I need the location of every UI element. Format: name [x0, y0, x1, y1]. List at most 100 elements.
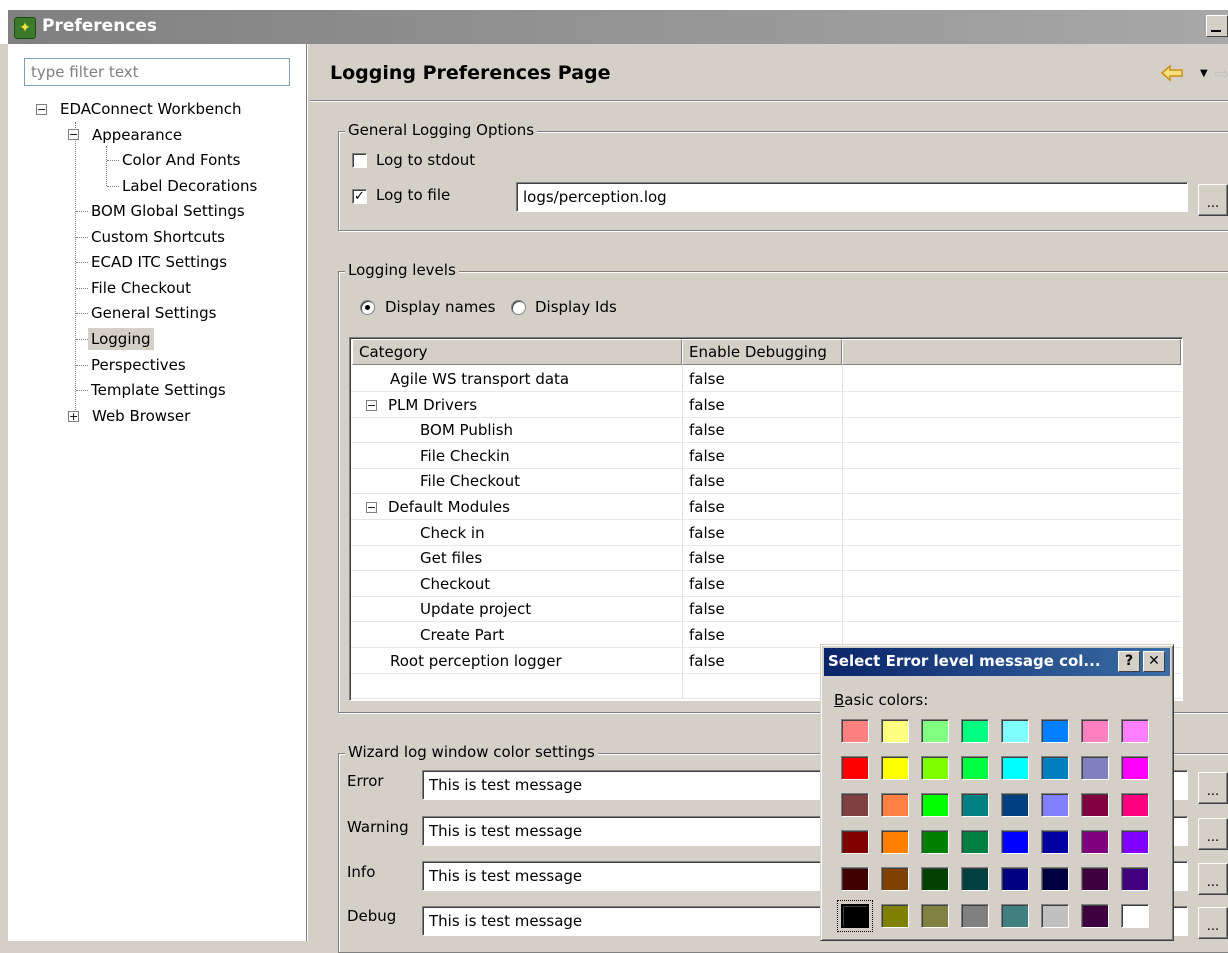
- color-swatch[interactable]: [921, 867, 949, 891]
- color-swatch[interactable]: [1041, 830, 1069, 854]
- color-swatch[interactable]: [1041, 756, 1069, 780]
- tree-item-ecad-itc-settings[interactable]: ECAD ITC Settings: [91, 251, 227, 273]
- table-cell-category[interactable]: Check in: [420, 521, 485, 545]
- collapse-icon[interactable]: −: [36, 104, 47, 115]
- back-arrow-icon[interactable]: [1160, 64, 1184, 82]
- minimize-button[interactable]: [1206, 15, 1228, 37]
- color-swatch[interactable]: [881, 793, 909, 817]
- color-swatch[interactable]: [1121, 719, 1149, 743]
- color-swatch[interactable]: [881, 719, 909, 743]
- log-to-stdout-label[interactable]: Log to stdout: [376, 151, 475, 169]
- table-cell-enable-debugging[interactable]: false: [689, 597, 725, 621]
- table-cell-enable-debugging[interactable]: false: [689, 546, 725, 570]
- log-to-file-checkbox[interactable]: ✓: [352, 189, 367, 204]
- color-swatch[interactable]: [921, 904, 949, 928]
- log-to-file-label[interactable]: Log to file: [376, 186, 450, 204]
- tree-item-file-checkout[interactable]: File Checkout: [91, 277, 191, 299]
- tree-item-logging[interactable]: Logging: [88, 328, 154, 350]
- column-header-enable-debugging[interactable]: Enable Debugging: [682, 339, 842, 365]
- color-swatch[interactable]: [881, 756, 909, 780]
- color-swatch[interactable]: [1081, 719, 1109, 743]
- table-cell-category[interactable]: PLM Drivers: [388, 393, 477, 417]
- tree-item-edaconnect-workbench[interactable]: EDAConnect Workbench: [60, 98, 242, 120]
- table-cell-enable-debugging[interactable]: false: [689, 649, 725, 673]
- color-swatch[interactable]: [1041, 904, 1069, 928]
- warning-color-button[interactable]: ...: [1198, 818, 1228, 850]
- history-dropdown-icon[interactable]: ▼: [1200, 68, 1208, 79]
- display-names-radio[interactable]: [360, 300, 375, 315]
- color-swatch[interactable]: [921, 719, 949, 743]
- collapse-icon[interactable]: −: [366, 399, 377, 411]
- color-swatch[interactable]: [1001, 867, 1029, 891]
- tree-item-template-settings[interactable]: Template Settings: [91, 379, 226, 401]
- tree-item-perspectives[interactable]: Perspectives: [91, 354, 186, 376]
- color-swatch[interactable]: [881, 830, 909, 854]
- table-cell-category[interactable]: Get files: [420, 546, 482, 570]
- color-swatch[interactable]: [1041, 719, 1069, 743]
- table-cell-enable-debugging[interactable]: false: [689, 367, 725, 391]
- color-swatch[interactable]: [881, 867, 909, 891]
- table-cell-category[interactable]: Update project: [420, 597, 531, 621]
- table-cell-category[interactable]: File Checkout: [420, 469, 520, 493]
- help-button[interactable]: ?: [1118, 651, 1140, 672]
- tree-item-bom-global-settings[interactable]: BOM Global Settings: [91, 200, 245, 222]
- color-swatch[interactable]: [1001, 830, 1029, 854]
- color-swatch[interactable]: [1081, 793, 1109, 817]
- table-cell-enable-debugging[interactable]: false: [689, 572, 725, 596]
- close-button[interactable]: ✕: [1143, 651, 1165, 672]
- table-cell-category[interactable]: Agile WS transport data: [390, 367, 569, 391]
- tree-item-label-decorations[interactable]: Label Decorations: [122, 175, 257, 197]
- color-swatch[interactable]: [1001, 904, 1029, 928]
- color-swatch[interactable]: [841, 756, 869, 780]
- color-swatch[interactable]: [921, 793, 949, 817]
- table-cell-category[interactable]: Root perception logger: [390, 649, 562, 673]
- color-swatch[interactable]: [841, 719, 869, 743]
- column-header-category[interactable]: Category: [352, 339, 682, 365]
- color-swatch[interactable]: [1121, 756, 1149, 780]
- color-swatch[interactable]: [1081, 867, 1109, 891]
- expand-icon[interactable]: +: [68, 411, 79, 422]
- table-cell-enable-debugging[interactable]: false: [689, 521, 725, 545]
- display-ids-label[interactable]: Display Ids: [535, 298, 617, 316]
- log-file-path-input[interactable]: logs/perception.log: [516, 182, 1188, 212]
- color-swatch[interactable]: [841, 830, 869, 854]
- table-cell-category[interactable]: Create Part: [420, 623, 504, 647]
- tree-item-custom-shortcuts[interactable]: Custom Shortcuts: [91, 226, 225, 248]
- log-to-stdout-checkbox[interactable]: [352, 153, 367, 168]
- table-cell-category[interactable]: BOM Publish: [420, 418, 513, 442]
- browse-log-file-button[interactable]: ...: [1198, 184, 1228, 216]
- color-swatch[interactable]: [1121, 830, 1149, 854]
- table-cell-enable-debugging[interactable]: false: [689, 418, 725, 442]
- color-swatch[interactable]: [921, 756, 949, 780]
- color-swatch[interactable]: [1001, 756, 1029, 780]
- color-swatch[interactable]: [1121, 904, 1149, 928]
- color-swatch[interactable]: [1081, 830, 1109, 854]
- forward-arrow-icon[interactable]: ⇨: [1214, 64, 1228, 85]
- table-cell-category[interactable]: Default Modules: [388, 495, 510, 519]
- color-swatch[interactable]: [961, 793, 989, 817]
- color-swatch[interactable]: [1001, 719, 1029, 743]
- color-swatch[interactable]: [921, 830, 949, 854]
- color-swatch[interactable]: [1121, 867, 1149, 891]
- color-swatch[interactable]: [841, 793, 869, 817]
- table-cell-enable-debugging[interactable]: false: [689, 393, 725, 417]
- color-swatch[interactable]: [1041, 793, 1069, 817]
- tree-item-color-and-fonts[interactable]: Color And Fonts: [122, 149, 240, 171]
- display-ids-radio[interactable]: [511, 300, 526, 315]
- color-swatch[interactable]: [1121, 793, 1149, 817]
- table-cell-enable-debugging[interactable]: false: [689, 469, 725, 493]
- color-swatch[interactable]: [961, 719, 989, 743]
- error-color-button[interactable]: ...: [1198, 772, 1228, 804]
- color-swatch[interactable]: [837, 900, 873, 932]
- display-names-label[interactable]: Display names: [385, 298, 495, 316]
- collapse-icon[interactable]: −: [366, 502, 377, 513]
- color-swatch[interactable]: [1081, 904, 1109, 928]
- filter-input[interactable]: [24, 58, 290, 86]
- color-swatch[interactable]: [961, 756, 989, 780]
- color-swatch[interactable]: [841, 867, 869, 891]
- color-swatch[interactable]: [881, 904, 909, 928]
- debug-color-button[interactable]: ...: [1198, 907, 1228, 939]
- color-swatch[interactable]: [1041, 867, 1069, 891]
- color-swatch[interactable]: [961, 830, 989, 854]
- collapse-icon[interactable]: −: [68, 129, 79, 140]
